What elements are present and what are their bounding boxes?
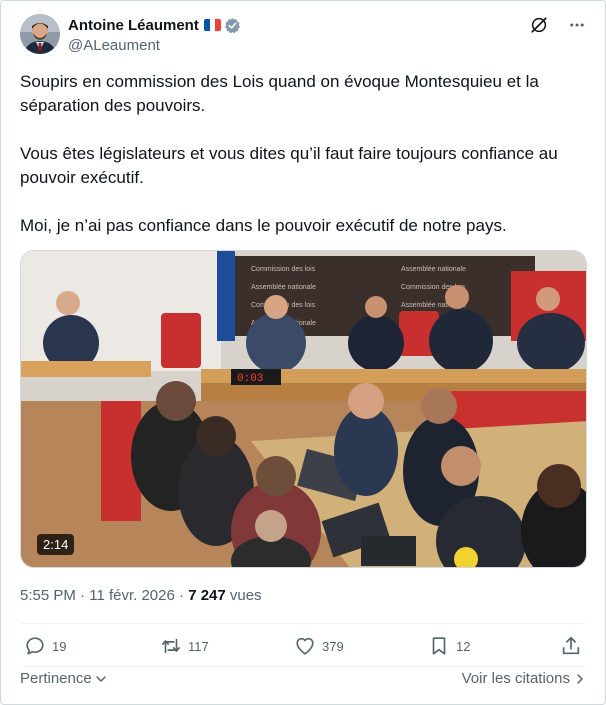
video-player[interactable]: Commission des lois Assemblée nationale … — [20, 250, 587, 568]
header-icons — [530, 16, 586, 34]
video-duration-badge: 2:14 — [37, 534, 75, 555]
grok-icon[interactable] — [530, 16, 548, 34]
share-icon — [562, 636, 580, 655]
like-button[interactable]: 379 — [294, 635, 344, 657]
tweet-header: Antoine Léaument @ALeaument — [20, 14, 586, 58]
reply-button[interactable]: 19 — [24, 635, 66, 657]
meta-separator: · — [80, 587, 86, 604]
verified-badge-icon[interactable] — [224, 17, 241, 34]
svg-text:Assemblée nationale: Assemblée nationale — [401, 266, 466, 273]
repost-count: 117 — [188, 638, 209, 654]
tweet-paragraph: Soupirs en commission des Lois quand on … — [20, 72, 539, 115]
reply-count: 19 — [52, 638, 67, 654]
action-bar: 19 117 379 12 — [20, 635, 586, 663]
more-icon[interactable] — [568, 16, 586, 34]
chevron-down-icon — [95, 675, 106, 682]
france-flag-icon — [203, 19, 221, 31]
svg-text:Assemblée nationale: Assemblée nationale — [251, 284, 316, 291]
video-frame: Commission des lois Assemblée nationale … — [21, 251, 586, 567]
divider — [20, 623, 586, 624]
handle[interactable]: @ALeaument — [68, 37, 241, 54]
reply-icon — [26, 637, 44, 655]
display-name-row: Antoine Léaument — [68, 15, 241, 35]
repost-icon — [161, 638, 181, 654]
tweet-text: Soupirs en commission des Lois quand on … — [20, 70, 586, 262]
tweet-date[interactable]: 11 févr. 2026 — [89, 587, 175, 604]
relevance-label: Pertinence — [20, 670, 92, 687]
tweet-meta: 5:55 PM · 11 févr. 2026 · 7 247 vues — [20, 587, 262, 604]
share-button[interactable] — [560, 635, 582, 657]
timer-display: 0:03 — [237, 373, 263, 385]
bookmark-count: 12 — [456, 638, 471, 654]
repost-button[interactable]: 117 — [160, 635, 209, 657]
quotes-label: Voir les citations — [461, 670, 570, 687]
author-names: Antoine Léaument @ALeaument — [68, 15, 241, 54]
tweet-paragraph: Moi, je n’ai pas confiance dans le pouvo… — [20, 216, 507, 235]
heart-icon — [296, 637, 314, 655]
divider — [20, 666, 586, 667]
chevron-right-icon — [577, 673, 583, 684]
avatar[interactable] — [20, 14, 60, 54]
bookmark-button[interactable]: 12 — [428, 635, 470, 657]
like-count: 379 — [322, 638, 344, 654]
relevance-sort-button[interactable]: Pertinence — [20, 670, 107, 687]
meta-separator: · — [179, 587, 185, 604]
views-label: vues — [229, 587, 262, 604]
tweet-time[interactable]: 5:55 PM — [20, 587, 76, 604]
tweet-paragraph: Vous êtes législateurs et vous dites qu’… — [20, 144, 558, 187]
svg-text:Commission des lois: Commission des lois — [251, 266, 316, 273]
view-quotes-link[interactable]: Voir les citations — [462, 670, 586, 687]
tweet-footer: Pertinence Voir les citations — [20, 670, 586, 692]
bookmark-icon — [432, 637, 446, 655]
display-name[interactable]: Antoine Léaument — [68, 17, 199, 34]
views-count: 7 247 — [188, 587, 226, 604]
